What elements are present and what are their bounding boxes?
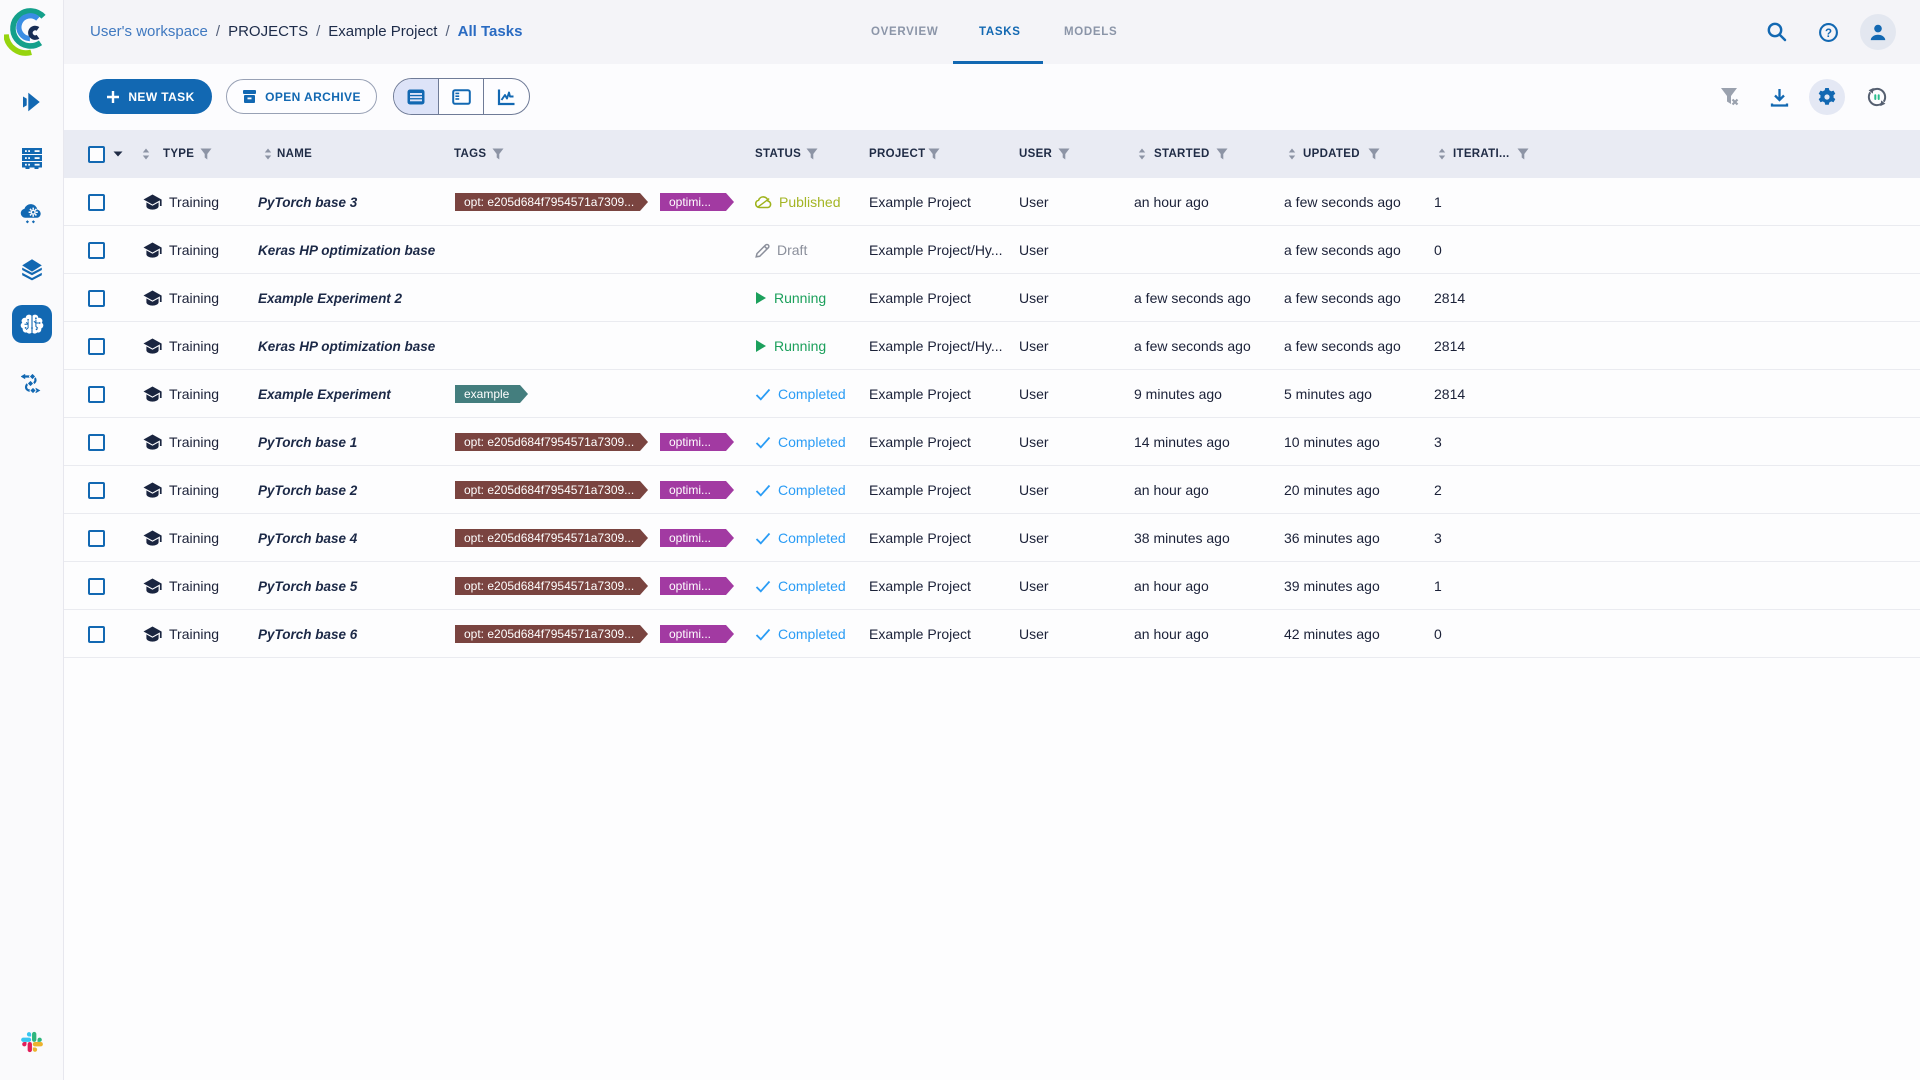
svg-text:?: ?	[1825, 28, 1832, 40]
